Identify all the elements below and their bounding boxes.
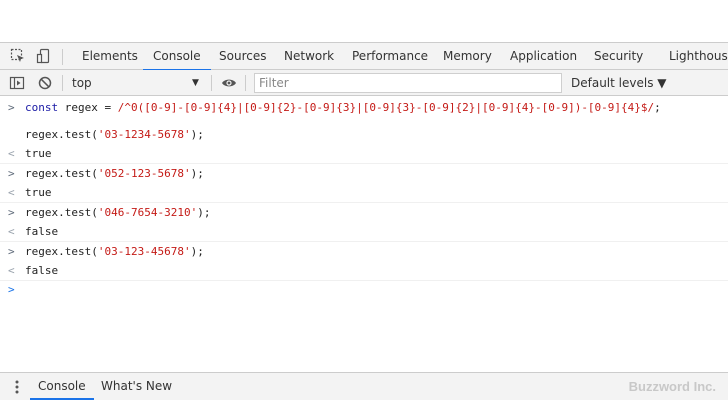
console-input-line: > const regex = /^0([0-9]-[0-9]{4}|[0-9]{…	[0, 98, 728, 118]
device-toolbar-icon[interactable]	[36, 48, 52, 64]
prompt-caret-icon: >	[8, 283, 15, 296]
code-text: regex.test(	[25, 206, 98, 219]
console-result-line: < true	[0, 144, 728, 164]
console-toolbar: top ▼ Default levels ▼	[0, 70, 728, 96]
code-text: );	[190, 245, 204, 258]
code-string: '03-123-45678'	[97, 245, 191, 258]
console-result-value: true	[25, 147, 52, 160]
clear-console-icon[interactable]	[37, 75, 53, 91]
code-string: '046-7654-3210'	[97, 206, 198, 219]
toolbar-separator	[211, 75, 212, 91]
code-keyword: const	[25, 101, 65, 114]
result-arrow-icon: <	[8, 147, 15, 160]
drawer-tab-console[interactable]: Console	[30, 373, 94, 400]
code-text: );	[190, 167, 204, 180]
drawer-tabbar: Console What's New Buzzword Inc.	[0, 372, 728, 400]
code-text: regex.test(	[25, 245, 98, 258]
tab-security[interactable]: Security	[594, 43, 643, 70]
console-result-value: false	[25, 225, 59, 238]
toolbar-separator	[62, 75, 63, 91]
context-selector[interactable]: top	[72, 70, 92, 96]
log-levels-dropdown[interactable]: Default levels ▼	[571, 70, 667, 96]
result-arrow-icon: <	[8, 264, 15, 277]
page-viewport	[0, 0, 728, 42]
tab-network[interactable]: Network	[284, 43, 334, 70]
tab-performance[interactable]: Performance	[352, 43, 428, 70]
console-code: regex.test('03-123-45678');	[25, 242, 204, 262]
code-text: regex =	[64, 101, 118, 114]
console-result-value: true	[25, 186, 52, 199]
tab-sources[interactable]: Sources	[219, 43, 266, 70]
console-input-line: > regex.test('052-123-5678');	[0, 164, 728, 184]
result-arrow-icon: <	[8, 186, 15, 199]
context-dropdown-arrow-icon[interactable]: ▼	[192, 70, 199, 96]
tab-console[interactable]: Console	[143, 43, 211, 71]
code-string: /^0([0-9]-[0-9]{4}|[0-9]{2}-[0-9]{3}|[0-…	[117, 101, 655, 114]
code-string: '052-123-5678'	[97, 167, 191, 180]
console-result-line: < false	[0, 261, 728, 281]
tab-memory[interactable]: Memory	[443, 43, 492, 70]
result-arrow-icon: <	[8, 225, 15, 238]
drawer-menu-icon[interactable]	[9, 379, 25, 395]
inspect-element-icon[interactable]	[10, 48, 26, 64]
console-result-line: < true	[0, 183, 728, 203]
code-text: regex.test(	[25, 128, 98, 141]
tab-elements[interactable]: Elements	[82, 43, 138, 70]
prompt-arrow-icon: >	[8, 206, 15, 219]
brand-watermark: Buzzword Inc.	[628, 379, 716, 394]
console-code: regex.test('052-123-5678');	[25, 164, 204, 184]
code-text: );	[197, 206, 211, 219]
console-code: regex.test('046-7654-3210');	[25, 203, 210, 223]
console-line-divider	[0, 163, 728, 164]
tab-lighthouse[interactable]: Lighthouse	[669, 43, 728, 70]
code-text: );	[190, 128, 204, 141]
prompt-arrow-icon: >	[8, 167, 15, 180]
tab-application[interactable]: Application	[510, 43, 577, 70]
console-input-line: > regex.test('03-123-45678');	[0, 242, 728, 262]
console-code: const regex = /^0([0-9]-[0-9]{4}|[0-9]{2…	[25, 98, 661, 118]
code-string: '03-1234-5678'	[97, 128, 191, 141]
console-output[interactable]: > const regex = /^0([0-9]-[0-9]{4}|[0-9]{…	[0, 96, 728, 372]
console-input-line: regex.test('03-1234-5678');	[0, 125, 728, 145]
console-line-divider	[0, 202, 728, 203]
console-code: regex.test('03-1234-5678');	[25, 125, 204, 145]
console-line-divider	[0, 241, 728, 242]
prompt-arrow-icon: >	[8, 245, 15, 258]
sidebar-toggle-icon[interactable]	[9, 75, 25, 91]
console-input-line: > regex.test('046-7654-3210');	[0, 203, 728, 223]
devtools-tabbar: Elements Console Sources Network Perform…	[0, 42, 728, 71]
tabbar-separator	[62, 49, 63, 65]
toolbar-separator	[245, 75, 246, 91]
code-text: regex.test(	[25, 167, 98, 180]
eye-icon[interactable]	[221, 75, 237, 91]
filter-input[interactable]	[254, 73, 562, 93]
console-result-line: < false	[0, 222, 728, 242]
console-result-value: false	[25, 264, 59, 277]
console-prompt[interactable]: >	[0, 280, 728, 300]
drawer-tab-whats-new[interactable]: What's New	[101, 373, 172, 400]
prompt-arrow-icon: >	[8, 101, 15, 114]
code-text: ;	[654, 101, 661, 114]
